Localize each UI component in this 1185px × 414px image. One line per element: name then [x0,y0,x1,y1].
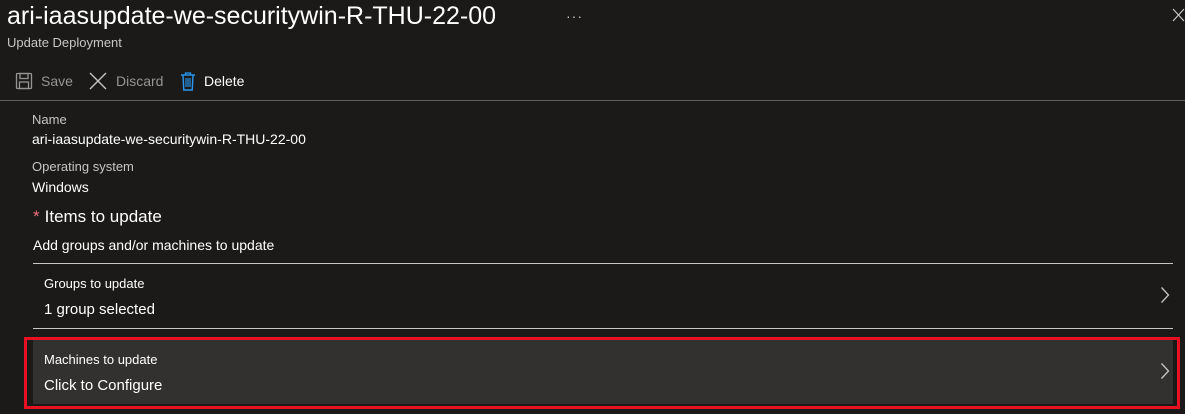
required-marker: * [33,207,40,226]
page-title: ari-iaasupdate-we-securitywin-R-THU-22-0… [7,2,497,30]
machines-to-update-row[interactable]: Machines to update Click to Configure [33,340,1173,404]
discard-icon [89,72,107,90]
items-to-update-description: Add groups and/or machines to update [33,237,275,253]
row-divider [33,328,1173,329]
chevron-right-icon [1161,363,1170,379]
os-value: Windows [32,179,89,195]
items-to-update-title: Items to update [44,207,162,226]
machines-to-update-label: Machines to update [44,352,158,367]
save-button[interactable]: Save [15,68,73,94]
discard-label: Discard [116,73,164,89]
close-icon[interactable] [1170,6,1185,24]
toolbar-divider [0,100,1185,101]
chevron-right-icon [1161,287,1170,303]
groups-to-update-row[interactable]: Groups to update 1 group selected [33,264,1173,328]
command-bar: Save Discard Delete [0,64,1185,100]
page-subtitle: Update Deployment [7,35,122,50]
machines-to-update-value: Click to Configure [44,377,163,394]
name-label: Name [32,112,67,127]
groups-to-update-label: Groups to update [44,276,145,291]
delete-label: Delete [204,73,245,89]
save-icon [15,72,33,90]
discard-button[interactable]: Discard [88,68,163,94]
name-value: ari-iaasupdate-we-securitywin-R-THU-22-0… [32,131,306,147]
ellipsis-icon[interactable]: ··· [566,8,583,24]
delete-button[interactable]: Delete [180,68,244,94]
save-label: Save [41,73,73,89]
items-to-update-heading: * Items to update [33,207,162,227]
update-deployment-blade: ari-iaasupdate-we-securitywin-R-THU-22-0… [0,0,1185,414]
trash-icon [181,72,195,91]
os-label: Operating system [32,159,134,174]
groups-to-update-value: 1 group selected [44,301,155,318]
